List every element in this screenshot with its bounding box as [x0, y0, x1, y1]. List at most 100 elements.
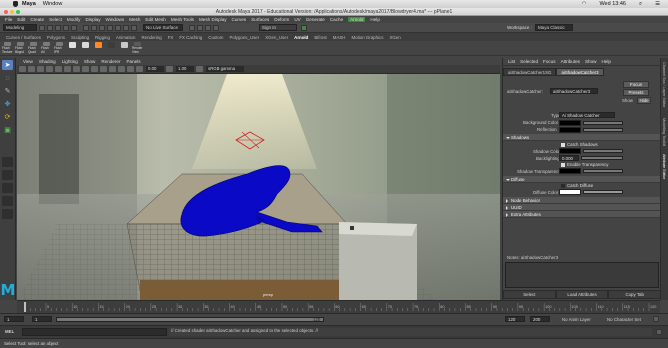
open-scene-icon[interactable] [47, 24, 53, 31]
menu-file[interactable]: File [5, 17, 12, 22]
rotate-tool-icon[interactable]: ⟳ [2, 112, 13, 122]
menu-generate[interactable]: Generate [306, 17, 325, 22]
workspace-dropdown[interactable]: Maya Classic [534, 24, 573, 31]
shelf-tab-bifrost[interactable]: Bifrost [314, 35, 326, 40]
shadow-color-slider[interactable] [583, 149, 623, 153]
apple-icon[interactable] [13, 1, 18, 7]
menu-cache[interactable]: Cache [330, 17, 343, 22]
search-icon[interactable]: ⌕ [639, 1, 642, 8]
select-object-icon[interactable] [91, 24, 97, 31]
side-tab-channel-box[interactable]: Channel Box / Layer Editor [662, 62, 666, 107]
shadows-section[interactable]: Shadows [503, 134, 661, 141]
range-slider[interactable] [56, 317, 324, 322]
single-view-icon[interactable] [2, 157, 13, 167]
wifi-icon[interactable]: ◠ [582, 1, 587, 7]
four-view-icon[interactable] [2, 170, 13, 180]
shelf-tab-motion-graphics[interactable]: Motion Graphics [351, 35, 383, 40]
move-tool-icon[interactable]: ✥ [2, 99, 13, 109]
select-hierarchy-icon[interactable] [83, 24, 89, 31]
viewport-menu-show[interactable]: Show [84, 59, 96, 64]
minimize-window-button[interactable] [10, 10, 14, 14]
shadows-icon[interactable] [109, 66, 116, 72]
shelf-tab-rendering[interactable]: Rendering [141, 35, 161, 40]
menu-uv[interactable]: UV [294, 17, 300, 22]
backlighting-field[interactable]: 0.000 [559, 155, 579, 161]
side-by-side-icon[interactable] [2, 183, 13, 193]
viewport-menu-lighting[interactable]: Lighting [62, 59, 78, 64]
time-slider[interactable]: 5 10 15 20 25 30 35 40 45 50 55 60 65 70 75 80 85 90 95 100… [17, 300, 660, 313]
command-input[interactable] [22, 328, 167, 336]
reflection-swatch[interactable] [559, 127, 581, 133]
menu-curves[interactable]: Curves [232, 17, 247, 22]
wireframe-icon[interactable] [73, 66, 80, 72]
image-plane-icon[interactable] [37, 66, 44, 72]
diffuse-color-swatch[interactable] [559, 189, 581, 195]
menu-arnold[interactable]: Arnold [348, 17, 366, 22]
copy-tab-button[interactable]: Copy Tab [608, 290, 662, 299]
type-dropdown[interactable]: Ai Shadow Catcher [559, 112, 615, 118]
uuid-section[interactable]: UUID [503, 204, 661, 211]
snap-curve-icon[interactable] [115, 24, 121, 31]
exposure-field[interactable]: 0.00 [146, 66, 164, 72]
select-component-icon[interactable] [99, 24, 105, 31]
shelf-tab-xgen-user[interactable]: XGen_User [265, 35, 288, 40]
render-icon[interactable] [189, 24, 195, 31]
render-settings-icon[interactable] [205, 24, 211, 31]
focus-button[interactable]: Focus [623, 81, 649, 88]
menu-edit[interactable]: Edit [17, 17, 25, 22]
undo-icon[interactable] [63, 24, 69, 31]
shelf-button-10[interactable]: Render View [132, 42, 143, 54]
command-language-toggle[interactable]: MEL [5, 329, 14, 334]
outliner-view-icon[interactable] [2, 196, 13, 206]
close-window-button[interactable] [4, 10, 8, 14]
color-space-dropdown[interactable]: sRGB gamma [206, 66, 244, 72]
graph-view-icon[interactable] [2, 209, 13, 219]
background-color-swatch[interactable] [559, 120, 581, 126]
shelf-button-5[interactable] [67, 42, 78, 54]
presets-button[interactable]: Presets [623, 89, 649, 96]
shelf-tab-fx-caching[interactable]: FX Caching [179, 35, 202, 40]
tab-shadow-catcher[interactable]: aiShadowCatcher3 [556, 68, 604, 76]
menu-help[interactable]: Help [370, 17, 379, 22]
menu-select[interactable]: Select [49, 17, 62, 22]
ipr-icon[interactable] [197, 24, 203, 31]
enable-transparency-checkbox[interactable]: Enable Transparency [561, 162, 609, 167]
viewport-menu-view[interactable]: View [23, 59, 33, 64]
snap-plane-icon[interactable] [131, 24, 137, 31]
hypershade-icon[interactable] [213, 24, 219, 31]
shelf-button-0[interactable]: Flush Texture [2, 42, 13, 54]
lights-icon[interactable] [100, 66, 107, 72]
load-attributes-button[interactable]: Load Attributes [555, 290, 609, 299]
mac-app-name[interactable]: Maya [22, 1, 36, 7]
menu-edit-mesh[interactable]: Edit Mesh [145, 17, 165, 22]
gamma-field[interactable]: 1.00 [176, 66, 194, 72]
color-management-icon[interactable] [196, 66, 203, 72]
attr-menu-list[interactable]: List [508, 59, 515, 64]
app-home-icon[interactable] [301, 24, 307, 31]
shelf-button-3[interactable]: Flush All [41, 42, 52, 54]
notes-textarea[interactable] [505, 262, 659, 288]
list-icon[interactable]: ☰ [655, 1, 660, 7]
anim-prefs-icon[interactable] [653, 316, 659, 322]
xray-icon[interactable] [127, 66, 134, 72]
menu-display[interactable]: Display [85, 17, 100, 22]
zoom-window-button[interactable] [16, 10, 20, 14]
attr-menu-focus[interactable]: Focus [543, 59, 556, 64]
menu-windows[interactable]: Windows [106, 17, 125, 22]
side-tab-modelling-toolkit[interactable]: Modelling Toolkit [662, 118, 666, 146]
select-button[interactable]: Select [503, 290, 556, 299]
menu-create[interactable]: Create [30, 17, 44, 22]
shelf-button-9[interactable] [119, 42, 130, 54]
attr-menu-show[interactable]: Show [585, 59, 597, 64]
redo-icon[interactable] [71, 24, 77, 31]
scale-tool-icon[interactable]: ▣ [2, 125, 13, 135]
range-end-field[interactable]: 120 [505, 316, 525, 322]
catch-diffuse-checkbox[interactable]: Catch Diffuse [561, 183, 593, 188]
viewport-menu-renderer[interactable]: Renderer [101, 59, 120, 64]
menu-modify[interactable]: Modify [67, 17, 81, 22]
new-scene-icon[interactable] [39, 24, 45, 31]
shelf-button-8[interactable] [106, 42, 117, 54]
node-behavior-section[interactable]: Node Behavior [503, 197, 661, 204]
shelf-tab-xgen[interactable]: XGen [389, 35, 400, 40]
camera-attributes-icon[interactable] [19, 66, 26, 72]
